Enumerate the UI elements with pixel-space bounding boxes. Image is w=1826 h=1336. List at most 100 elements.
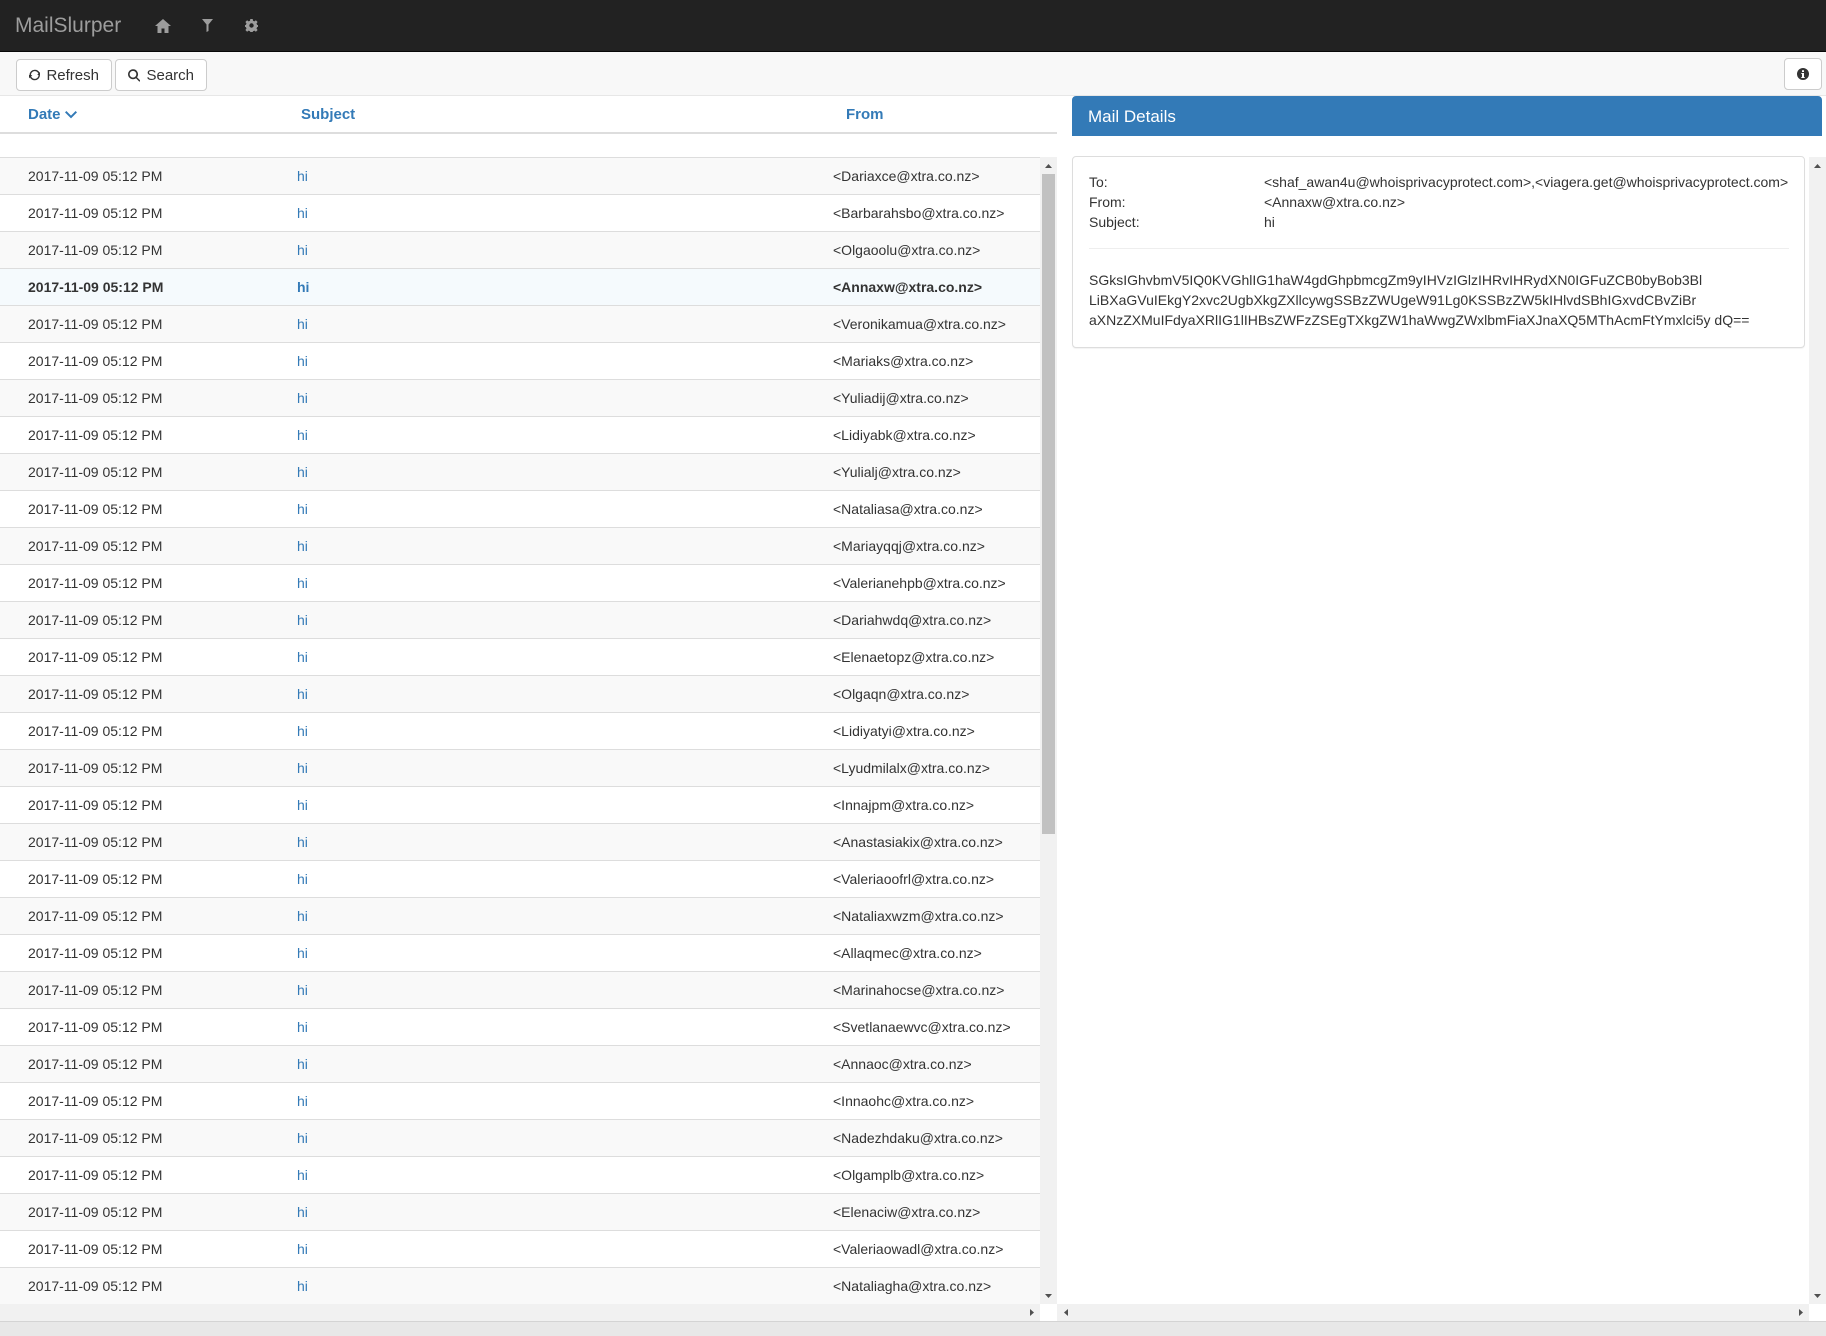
top-navbar: MailSlurper xyxy=(0,0,1826,52)
row-subject: hi xyxy=(297,427,308,443)
row-subject: hi xyxy=(297,1130,308,1146)
scroll-down-arrow-icon[interactable] xyxy=(1809,1287,1826,1304)
mail-details-card: To: <shaf_awan4u@whoisprivacyprotect.com… xyxy=(1072,156,1805,348)
details-hscrollbar[interactable] xyxy=(1057,1304,1809,1321)
table-row[interactable]: 2017-11-09 05:12 PM hi <Lidiyatyi@xtra.co.… xyxy=(0,712,1040,749)
table-row[interactable]: 2017-11-09 05:12 PM hi <Nataliaxwzm@xtra.c… xyxy=(0,897,1040,934)
table-row[interactable]: 2017-11-09 05:12 PM hi <Elenaciw@xtra.co.n… xyxy=(0,1193,1040,1230)
row-date: 2017-11-09 05:12 PM xyxy=(28,390,163,406)
table-row[interactable]: 2017-11-09 05:12 PM hi <Olgaqn@xtra.co.nz> xyxy=(0,675,1040,712)
table-row[interactable]: 2017-11-09 05:12 PM hi <Dariaxce@xtra.co.n… xyxy=(0,157,1040,194)
scroll-up-arrow-icon[interactable] xyxy=(1040,157,1057,174)
table-row[interactable]: 2017-11-09 05:12 PM hi <Barbarahsbo@xtra.c… xyxy=(0,194,1040,231)
column-header-subject[interactable]: Subject xyxy=(301,106,355,123)
row-date: 2017-11-09 05:12 PM xyxy=(28,1204,163,1220)
table-row[interactable]: 2017-11-09 05:12 PM hi <Valeriaowadl@xtra.… xyxy=(0,1230,1040,1267)
row-from: <Valeriaowadl@xtra.co.nz> xyxy=(833,1241,1004,1257)
mail-list-scrollbar[interactable] xyxy=(1040,157,1057,1304)
row-subject: hi xyxy=(297,982,308,998)
mail-list-hscrollbar[interactable] xyxy=(0,1304,1040,1321)
table-row[interactable]: 2017-11-09 05:12 PM hi <Yuliadij@xtra.co.n… xyxy=(0,379,1040,416)
table-row[interactable]: 2017-11-09 05:12 PM hi <Innaohc@xtra.co.nz… xyxy=(0,1082,1040,1119)
scrollbar-thumb[interactable] xyxy=(1042,174,1055,834)
toolbar: Refresh Search xyxy=(0,52,1826,96)
column-header-date[interactable]: Date xyxy=(28,106,77,123)
row-from: <Allaqmec@xtra.co.nz> xyxy=(833,945,982,961)
footer-bar xyxy=(0,1321,1826,1336)
row-from: <Veronikamua@xtra.co.nz> xyxy=(833,316,1006,332)
table-row[interactable]: 2017-11-09 05:12 PM hi <Anastasiakix@xtra.… xyxy=(0,823,1040,860)
table-row[interactable]: 2017-11-09 05:12 PM hi <Nataliasa@xtra.co.… xyxy=(0,490,1040,527)
scroll-right-arrow-icon[interactable] xyxy=(1792,1304,1809,1321)
row-date: 2017-11-09 05:12 PM xyxy=(28,1278,163,1294)
date-header-label: Date xyxy=(28,106,61,123)
table-row[interactable]: 2017-11-09 05:12 PM hi <Mariayqqj@xtra.co.… xyxy=(0,527,1040,564)
table-row[interactable]: 2017-11-09 05:12 PM hi <Annaxw@xtra.co.nz> xyxy=(0,268,1040,305)
row-subject: hi xyxy=(297,1241,308,1257)
scroll-up-arrow-icon[interactable] xyxy=(1809,157,1826,174)
table-row[interactable]: 2017-11-09 05:12 PM hi <Svetlanaewvc@xtra.… xyxy=(0,1008,1040,1045)
row-subject: hi xyxy=(297,649,308,665)
row-date: 2017-11-09 05:12 PM xyxy=(28,723,163,739)
row-date: 2017-11-09 05:12 PM xyxy=(28,1130,163,1146)
row-from: <Dariaxce@xtra.co.nz> xyxy=(833,168,980,184)
row-date: 2017-11-09 05:12 PM xyxy=(28,1167,163,1183)
row-subject: hi xyxy=(297,205,308,221)
row-from: <Lidiyatyi@xtra.co.nz> xyxy=(833,723,975,739)
scroll-down-arrow-icon[interactable] xyxy=(1040,1287,1057,1304)
row-subject: hi xyxy=(297,723,308,739)
table-row[interactable]: 2017-11-09 05:12 PM hi <Innajpm@xtra.co.nz… xyxy=(0,786,1040,823)
row-subject: hi xyxy=(297,760,308,776)
info-button[interactable] xyxy=(1784,58,1822,90)
row-date: 2017-11-09 05:12 PM xyxy=(28,353,163,369)
scroll-right-arrow-icon[interactable] xyxy=(1023,1304,1040,1321)
table-row[interactable]: 2017-11-09 05:12 PM hi <Dariahwdq@xtra.co.… xyxy=(0,601,1040,638)
home-icon[interactable] xyxy=(141,0,185,52)
scroll-left-arrow-icon[interactable] xyxy=(1057,1304,1074,1321)
table-row[interactable]: 2017-11-09 05:12 PM hi <Allaqmec@xtra.co.n… xyxy=(0,934,1040,971)
table-row[interactable]: 2017-11-09 05:12 PM hi <Nataliagha@xtra.co… xyxy=(0,1267,1040,1304)
refresh-button[interactable]: Refresh xyxy=(16,59,112,91)
table-row[interactable]: 2017-11-09 05:12 PM hi <Olgamplb@xtra.co.n… xyxy=(0,1156,1040,1193)
mail-body-line: LiBXaGVuIEkgY2xvc2UgbXkgZXllcywgSSBzZWUg… xyxy=(1089,292,1697,308)
brand-logo[interactable]: MailSlurper xyxy=(15,14,121,38)
filter-icon[interactable] xyxy=(185,0,229,52)
table-row[interactable]: 2017-11-09 05:12 PM hi <Yulialj@xtra.co.nz… xyxy=(0,453,1040,490)
search-icon xyxy=(128,68,141,82)
row-date: 2017-11-09 05:12 PM xyxy=(28,501,163,517)
table-row[interactable]: 2017-11-09 05:12 PM hi <Valeriaoofrl@xtra.… xyxy=(0,860,1040,897)
mail-body-line: aXNzZXMuIFdyaXRlIG1lIHBsZWFzZSEgTXkgZW1h… xyxy=(1089,312,1750,328)
row-date: 2017-11-09 05:12 PM xyxy=(28,205,163,221)
row-from: <Yulialj@xtra.co.nz> xyxy=(833,464,961,480)
row-date: 2017-11-09 05:12 PM xyxy=(28,871,163,887)
row-date: 2017-11-09 05:12 PM xyxy=(28,575,163,591)
table-row[interactable]: 2017-11-09 05:12 PM hi <Marinahocse@xtra.c… xyxy=(0,971,1040,1008)
row-subject: hi xyxy=(297,945,308,961)
column-header-from[interactable]: From xyxy=(846,106,884,123)
table-row[interactable]: 2017-11-09 05:12 PM hi <Veronikamua@xtra.c… xyxy=(0,305,1040,342)
table-row[interactable]: 2017-11-09 05:12 PM hi <Lyudmilalx@xtra.co… xyxy=(0,749,1040,786)
table-row[interactable]: 2017-11-09 05:12 PM hi <Nadezhdaku@xtra.co… xyxy=(0,1119,1040,1156)
table-row[interactable]: 2017-11-09 05:12 PM hi <Lidiyabk@xtra.co.n… xyxy=(0,416,1040,453)
table-row[interactable]: 2017-11-09 05:12 PM hi <Valerianehpb@xtra.… xyxy=(0,564,1040,601)
table-row[interactable]: 2017-11-09 05:12 PM hi <Annaoc@xtra.co.nz> xyxy=(0,1045,1040,1082)
search-button[interactable]: Search xyxy=(115,59,207,91)
row-from: <Svetlanaewvc@xtra.co.nz> xyxy=(833,1019,1011,1035)
subject-label: Subject: xyxy=(1089,214,1140,230)
row-date: 2017-11-09 05:12 PM xyxy=(28,1019,163,1035)
table-row[interactable]: 2017-11-09 05:12 PM hi <Mariaks@xtra.co.nz… xyxy=(0,342,1040,379)
row-from: <Elenaciw@xtra.co.nz> xyxy=(833,1204,981,1220)
row-from: <Valerianehpb@xtra.co.nz> xyxy=(833,575,1006,591)
row-subject: hi xyxy=(297,242,308,258)
to-label: To: xyxy=(1089,174,1108,190)
row-subject: hi xyxy=(297,501,308,517)
table-row[interactable]: 2017-11-09 05:12 PM hi <Elenaetopz@xtra.co… xyxy=(0,638,1040,675)
row-from: <Lidiyabk@xtra.co.nz> xyxy=(833,427,976,443)
details-scrollbar[interactable] xyxy=(1809,157,1826,1304)
details-divider xyxy=(1089,248,1789,249)
table-row[interactable]: 2017-11-09 05:12 PM hi <Olgaoolu@xtra.co.n… xyxy=(0,231,1040,268)
row-from: <Barbarahsbo@xtra.co.nz> xyxy=(833,205,1005,221)
gear-icon[interactable] xyxy=(229,0,273,52)
to-value: <shaf_awan4u@whoisprivacyprotect.com>,<v… xyxy=(1264,174,1789,190)
row-subject: hi xyxy=(297,797,308,813)
